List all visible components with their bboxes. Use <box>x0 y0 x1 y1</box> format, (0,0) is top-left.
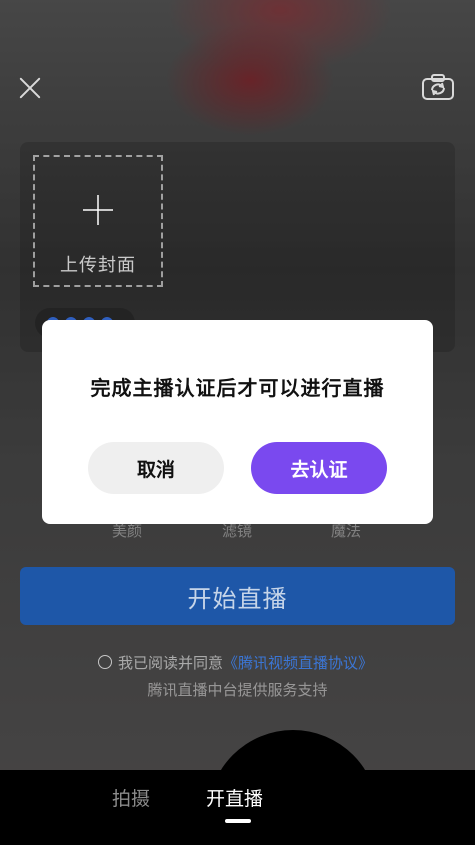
powered-by-text: 腾讯直播中台提供服务支持 <box>147 681 328 699</box>
upload-cover-label: 上传封面 <box>60 255 136 276</box>
go-verify-button[interactable]: 去认证 <box>251 442 387 494</box>
agreement-row[interactable]: 我已阅读并同意 《腾讯视频直播协议》 <box>98 652 458 672</box>
modal-message: 完成主播认证后才可以进行直播 <box>90 376 385 400</box>
tab-shoot[interactable]: 拍摄 <box>112 784 150 811</box>
verification-modal: 完成主播认证后才可以进行直播 取消 去认证 <box>42 320 433 524</box>
active-tab-indicator <box>225 819 251 823</box>
agreement-prefix: 我已阅读并同意 <box>118 653 224 672</box>
cancel-button[interactable]: 取消 <box>88 442 224 494</box>
bottom-nav: 拍摄 开直播 <box>0 770 475 845</box>
close-icon[interactable] <box>14 72 46 104</box>
agreement-link[interactable]: 《腾讯视频直播协议》 <box>223 652 373 673</box>
upload-cover-button[interactable]: 上传封面 <box>33 155 163 287</box>
camera-flip-icon[interactable] <box>420 72 456 104</box>
plus-icon <box>83 195 113 225</box>
agreement-radio[interactable] <box>98 655 112 669</box>
tab-live[interactable]: 开直播 <box>206 784 263 811</box>
start-live-button[interactable]: 开始直播 <box>20 567 455 625</box>
